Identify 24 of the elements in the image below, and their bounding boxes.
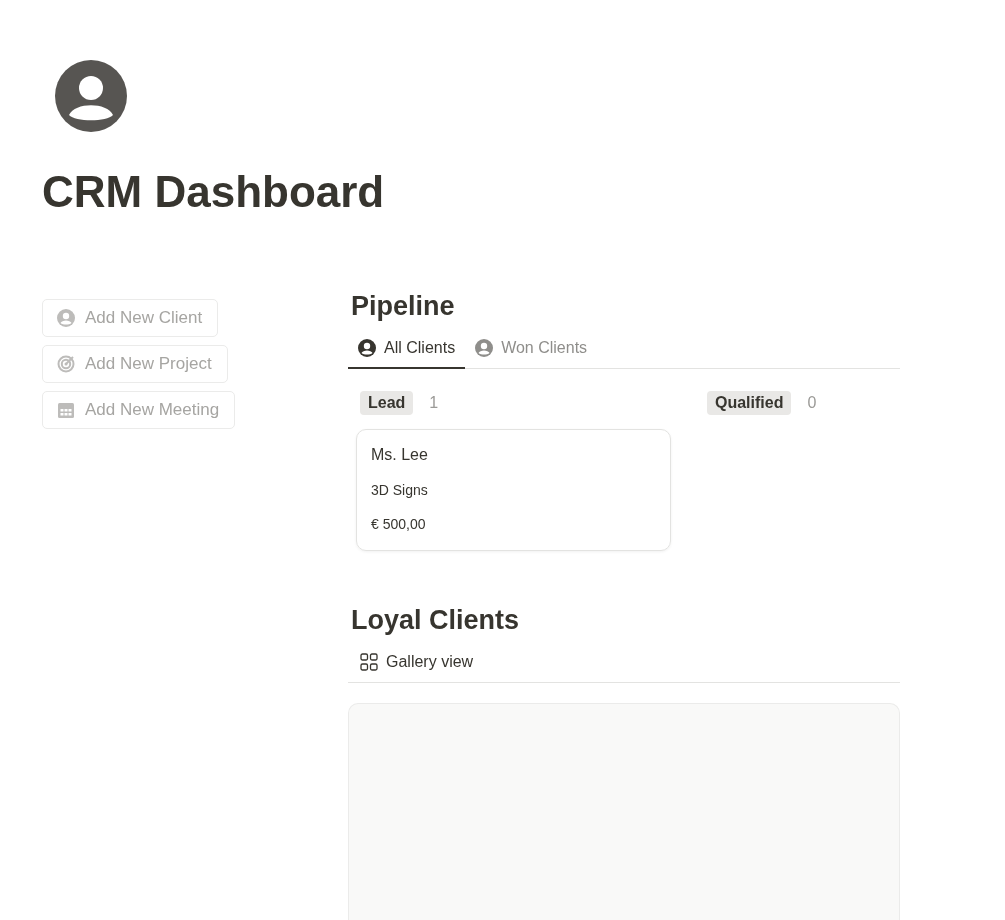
section-heading: Loyal Clients bbox=[351, 603, 521, 637]
avatar-icon bbox=[55, 60, 127, 132]
target-icon bbox=[57, 354, 75, 373]
client-name: Ms. Lee bbox=[371, 445, 428, 464]
section-heading: Pipeline bbox=[351, 289, 456, 323]
action-button[interactable]: Add New Client bbox=[42, 298, 219, 337]
person-icon bbox=[57, 308, 75, 327]
action-button[interactable]: Add New Project bbox=[42, 344, 228, 383]
view-tab[interactable]: All Clients bbox=[348, 332, 466, 369]
card-count: 0 bbox=[807, 393, 817, 412]
calendar-icon bbox=[57, 400, 75, 419]
view-tab[interactable]: Gallery view bbox=[348, 646, 484, 683]
client-card[interactable]: Ms. Lee 3D Signs € 500,00 bbox=[356, 428, 671, 551]
deal-amount: € 500,00 bbox=[371, 515, 426, 532]
view-tab[interactable]: Won Clients bbox=[465, 332, 598, 369]
action-button[interactable]: Add New Meeting bbox=[42, 390, 236, 429]
person-icon bbox=[358, 338, 376, 357]
grid-icon bbox=[360, 652, 378, 671]
card-count: 1 bbox=[429, 393, 439, 412]
page-title: CRM Dashboard bbox=[42, 166, 386, 218]
person-icon bbox=[475, 338, 494, 357]
status-tag: Qualified bbox=[707, 390, 792, 415]
project-name: 3D Signs bbox=[371, 481, 428, 498]
status-tag: Lead bbox=[360, 390, 414, 415]
